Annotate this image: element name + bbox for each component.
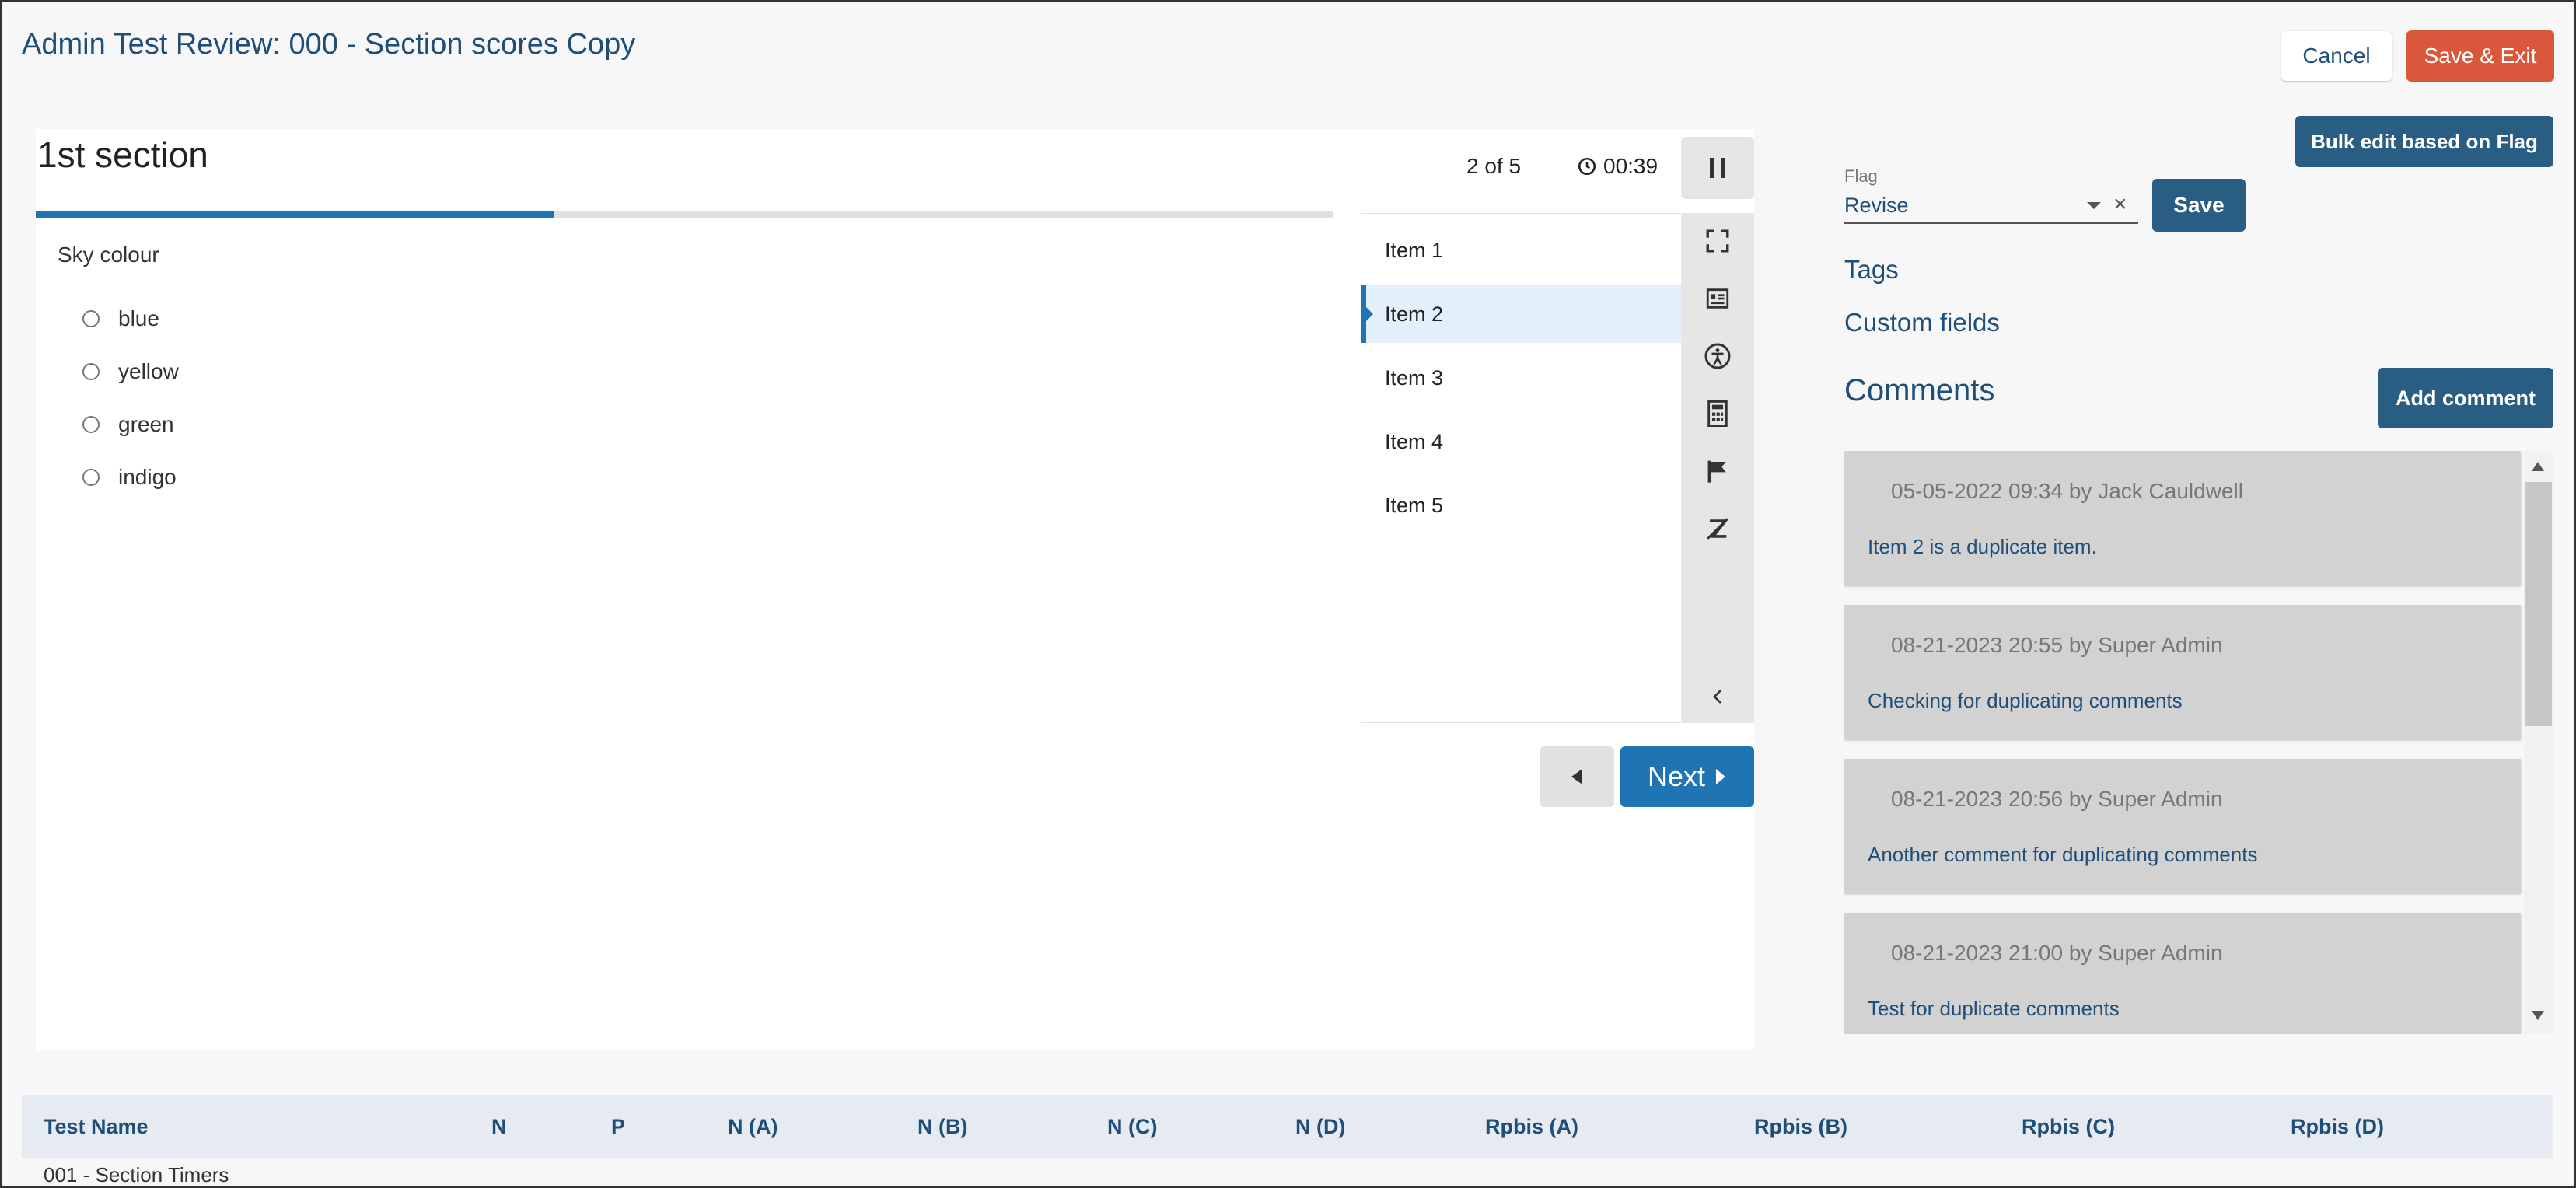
column-header[interactable]: Rpbis (A) — [1485, 1115, 1578, 1139]
comment-meta: 05-05-2022 09:34 by Jack Cauldwell — [1891, 479, 2243, 503]
comment-meta: 08-21-2023 20:55 by Super Admin — [1891, 633, 2223, 657]
item-counter: 2 of 5 — [1466, 154, 1522, 178]
comment-meta: 08-21-2023 20:56 by Super Admin — [1891, 787, 2223, 811]
save-exit-button[interactable]: Save & Exit — [2406, 30, 2554, 82]
comment-card: 08-21-2023 20:56 by Super Admin Another c… — [1844, 759, 2521, 893]
tags-link[interactable]: Tags — [1844, 255, 1899, 285]
pause-icon — [1710, 158, 1725, 178]
item-nav-entry[interactable]: Item 5 — [1361, 477, 1682, 534]
scroll-down-arrow-icon[interactable] — [2532, 1011, 2544, 1020]
section-title: 1st section — [37, 135, 208, 175]
collapse-chevron-icon[interactable] — [1681, 673, 1754, 720]
timer: 00:39 — [1577, 154, 1658, 179]
column-header[interactable]: N — [491, 1115, 507, 1139]
item-nav-entry[interactable]: Item 3 — [1361, 349, 1682, 407]
column-header[interactable]: Rpbis (C) — [2022, 1115, 2115, 1139]
dropdown-caret-icon[interactable] — [2087, 202, 2101, 209]
option-label: yellow — [118, 359, 179, 383]
comments-heading: Comments — [1844, 373, 1995, 407]
tool-bar — [1681, 213, 1754, 723]
comment-card: 08-21-2023 21:00 by Super Admin Test for … — [1844, 913, 2521, 1034]
accessibility-icon[interactable] — [1681, 333, 1754, 379]
column-header[interactable]: Rpbis (D) — [2291, 1115, 2384, 1139]
flag-label: Flag — [1844, 166, 1878, 186]
comment-meta: 08-21-2023 21:00 by Super Admin — [1891, 941, 2223, 965]
next-label: Next — [1647, 760, 1706, 792]
column-header[interactable]: N (B) — [918, 1115, 967, 1139]
answer-option[interactable]: yellow — [82, 359, 179, 384]
question-stem: Sky colour — [58, 243, 159, 267]
timer-value: 00:39 — [1603, 154, 1658, 178]
comments-list: 05-05-2022 09:34 by Jack Cauldwell Item 2… — [1844, 451, 2553, 1034]
next-button[interactable]: Next — [1620, 746, 1754, 807]
comment-card: 08-21-2023 20:55 by Super Admin Checking … — [1844, 605, 2521, 739]
radio-button[interactable] — [82, 469, 100, 486]
reference-icon[interactable] — [1681, 275, 1754, 322]
cancel-button[interactable]: Cancel — [2281, 31, 2392, 81]
column-header[interactable]: N (C) — [1107, 1115, 1157, 1139]
answer-option[interactable]: blue — [82, 306, 159, 331]
item-list: Item 1 Item 2 Item 3 Item 4 Item 5 — [1361, 213, 1683, 723]
page-title: Admin Test Review: 000 - Section scores … — [22, 28, 636, 61]
column-header[interactable]: N (A) — [728, 1115, 778, 1139]
clear-highlight-icon[interactable] — [1681, 505, 1754, 552]
option-label: blue — [118, 306, 159, 330]
comment-text: Another comment for duplicating comments — [1868, 843, 2258, 866]
flag-icon[interactable] — [1681, 448, 1754, 494]
comment-text: Test for duplicate comments — [1868, 997, 2120, 1020]
comment-card: 05-05-2022 09:34 by Jack Cauldwell Item 2… — [1844, 451, 2521, 585]
scrollbar-thumb[interactable] — [2525, 482, 2552, 726]
column-header[interactable]: N (D) — [1295, 1115, 1345, 1139]
item-nav-entry[interactable]: Item 2 — [1361, 285, 1682, 343]
clear-flag-icon[interactable]: × — [2113, 191, 2127, 218]
bulk-edit-button[interactable]: Bulk edit based on Flag — [2295, 116, 2553, 167]
radio-button[interactable] — [82, 363, 100, 380]
answer-option[interactable]: green — [82, 412, 174, 437]
flag-value: Revise — [1844, 193, 1909, 217]
flag-save-button[interactable]: Save — [2152, 179, 2246, 232]
column-header[interactable]: P — [611, 1115, 625, 1139]
comment-text: Item 2 is a duplicate item. — [1868, 535, 2097, 558]
answer-option[interactable]: indigo — [82, 465, 177, 490]
clock-icon — [1578, 157, 1596, 176]
calculator-icon[interactable] — [1681, 390, 1754, 437]
progress-bar-fill — [36, 211, 555, 218]
expand-icon[interactable] — [1681, 218, 1754, 264]
previous-button[interactable] — [1540, 746, 1614, 807]
radio-button[interactable] — [82, 310, 100, 327]
caret-left-icon — [1571, 769, 1582, 784]
caret-right-icon — [1716, 769, 1726, 784]
custom-fields-link[interactable]: Custom fields — [1844, 308, 2000, 337]
column-header[interactable]: Rpbis (B) — [1754, 1115, 1847, 1139]
item-nav-entry[interactable]: Item 1 — [1361, 222, 1682, 279]
option-label: indigo — [118, 465, 177, 489]
column-header[interactable]: Test Name — [44, 1115, 149, 1139]
comment-text: Checking for duplicating comments — [1868, 689, 2183, 712]
stats-table-header — [22, 1095, 2553, 1158]
add-comment-button[interactable]: Add comment — [2378, 368, 2553, 428]
scroll-up-arrow-icon[interactable] — [2532, 462, 2544, 471]
radio-button[interactable] — [82, 416, 100, 433]
option-label: green — [118, 412, 174, 436]
item-nav-entry[interactable]: Item 4 — [1361, 413, 1682, 470]
pause-button[interactable] — [1681, 137, 1754, 199]
table-row-test-name: 001 - Section Timers — [44, 1163, 229, 1186]
